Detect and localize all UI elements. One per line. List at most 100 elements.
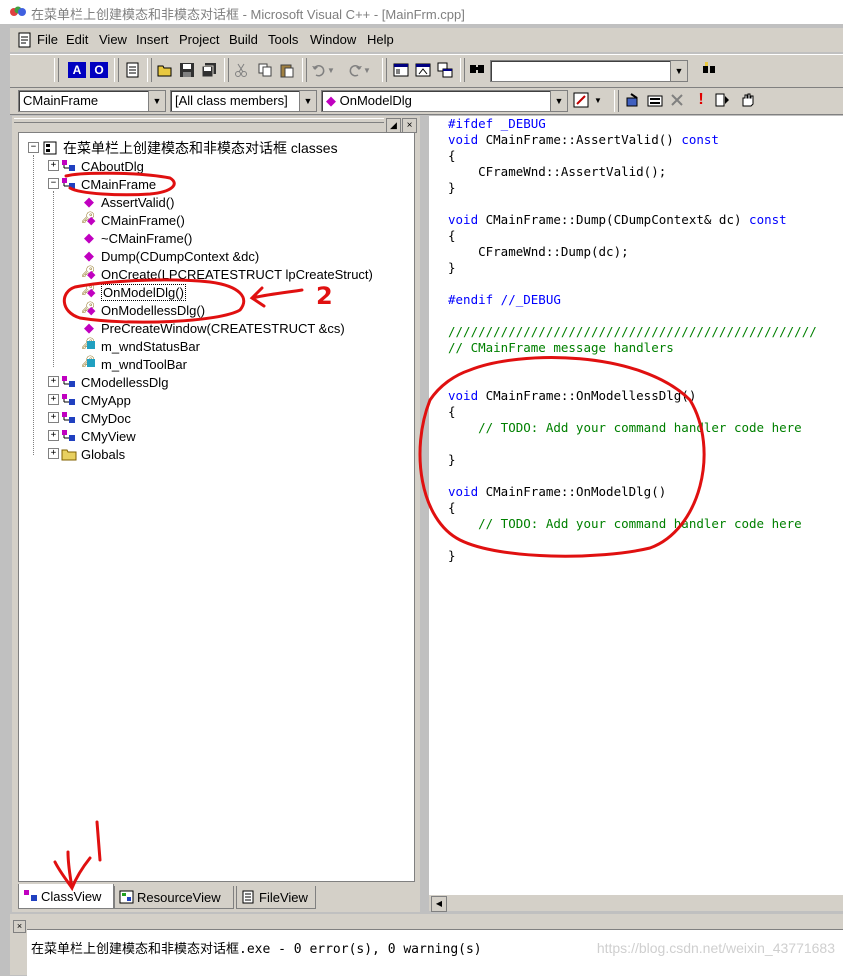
menu-window[interactable]: Window (310, 32, 356, 47)
code-text: CMainFrame::Dump(CDumpContext& dc) (478, 212, 750, 227)
code-line: // TODO: Add your command handler code h… (448, 516, 802, 532)
build-icon[interactable] (644, 89, 666, 111)
toolbar-grip[interactable] (54, 58, 59, 82)
menu-tools[interactable]: Tools (268, 32, 298, 47)
stop-build-icon[interactable] (666, 89, 688, 111)
find-in-files-icon[interactable] (466, 59, 488, 81)
find-combo-arrow-icon[interactable]: ▼ (670, 61, 687, 81)
compile-icon[interactable] (622, 89, 644, 111)
filter-combo[interactable]: [All class members] ▼ (170, 90, 317, 112)
workspace-gripper[interactable] (14, 118, 384, 123)
execute-icon[interactable]: ! (690, 89, 712, 111)
expand-icon[interactable]: + (48, 430, 59, 441)
collapse-icon[interactable]: − (48, 178, 59, 189)
wizardbar-actions-dropdown-icon[interactable]: ▼ (592, 89, 604, 111)
paste-icon[interactable] (276, 59, 298, 81)
tree-member[interactable]: 🔑︎ ◆ OnModellessDlg() (81, 301, 205, 319)
close-icon[interactable]: × (402, 118, 417, 133)
member-label: AssertValid() (101, 194, 175, 210)
filter-combo-arrow-icon[interactable]: ▼ (299, 91, 316, 111)
save-icon[interactable] (176, 59, 198, 81)
menu-view[interactable]: View (99, 32, 127, 47)
class-combo[interactable]: CMainFrame ▼ (18, 90, 166, 112)
tree-class-caboutdlg[interactable]: CAboutDlg (61, 157, 144, 175)
font-a-button[interactable]: A (66, 59, 88, 81)
editor-horizontal-scrollbar[interactable]: ◀ (429, 894, 843, 912)
class-combo-arrow-icon[interactable]: ▼ (148, 91, 165, 111)
font-o-button[interactable]: O (88, 59, 110, 81)
output-window-icon[interactable] (412, 59, 434, 81)
tree-member[interactable]: 🔑︎ m_wndToolBar (81, 355, 187, 373)
code-editor[interactable]: #ifdef _DEBUG void CMainFrame::AssertVal… (429, 116, 843, 894)
tab-resourceview[interactable]: ResourceView (114, 886, 234, 909)
class-label: CAboutDlg (81, 158, 144, 174)
go-icon[interactable] (712, 89, 734, 111)
copy-icon[interactable] (254, 59, 276, 81)
breakpoint-hand-icon[interactable] (736, 89, 758, 111)
menu-help[interactable]: Help (367, 32, 394, 47)
new-text-file-icon[interactable] (122, 59, 144, 81)
member-combo-arrow-icon[interactable]: ▼ (550, 91, 567, 111)
menu-file[interactable]: File (37, 32, 58, 47)
search-icon[interactable] (698, 59, 720, 81)
tree-member[interactable]: 🔑︎ ◆ OnCreate(LPCREATESTRUCT lpCreateStru… (81, 265, 373, 283)
member-combo[interactable]: ◆ OnModelDlg ▼ (321, 90, 568, 112)
menu-edit[interactable]: Edit (66, 32, 88, 47)
member-label: ~CMainFrame() (101, 230, 193, 246)
cut-icon[interactable] (230, 59, 252, 81)
undo-dropdown-icon[interactable]: ▼ (326, 59, 336, 81)
window-title: 在菜单栏上创建模态和非模态对话框 - Microsoft Visual C++ … (31, 7, 465, 22)
tree-class-cmydoc[interactable]: CMyDoc (61, 409, 131, 427)
code-line: } (448, 180, 456, 196)
expand-icon[interactable]: + (48, 160, 59, 171)
tree-class-cmyview[interactable]: CMyView (61, 427, 136, 445)
tree-class-cmyapp[interactable]: CMyApp (61, 391, 131, 409)
expand-icon[interactable]: + (48, 376, 59, 387)
root-collapse-icon[interactable]: − (28, 142, 39, 153)
tree-member[interactable]: ◆ PreCreateWindow(CREATESTRUCT &cs) (81, 319, 345, 337)
tree-member[interactable]: ◆ ~CMainFrame() (81, 229, 192, 247)
code-line: { (448, 404, 456, 420)
tree-member[interactable]: ◆ Dump(CDumpContext &dc) (81, 247, 259, 265)
workspace-icon[interactable] (390, 59, 412, 81)
open-folder-icon[interactable] (154, 59, 176, 81)
save-all-icon[interactable] (198, 59, 220, 81)
code-line: void CMainFrame::OnModellessDlg() (448, 388, 696, 404)
tree-globals[interactable]: Globals (61, 445, 125, 463)
class-label: CModellessDlg (81, 374, 169, 390)
expand-icon[interactable]: + (48, 448, 59, 459)
redo-dropdown-icon[interactable]: ▼ (362, 59, 372, 81)
tree-class-cmainframe[interactable]: CMainFrame (61, 175, 156, 193)
restore-icon[interactable]: ◢ (386, 118, 401, 133)
code-text: CMainFrame::AssertValid() (478, 132, 682, 147)
public-key-method-icon: 🔑︎ ◆ (81, 212, 96, 227)
menu-insert[interactable]: Insert (136, 32, 169, 47)
wizardbar-actions-icon[interactable] (570, 89, 592, 111)
class-icon (62, 394, 75, 405)
tree-member-selected[interactable]: 🔑︎ ◆ OnModelDlg() (81, 283, 186, 301)
tree-class-cmodellessdlg[interactable]: CModellessDlg (61, 373, 168, 391)
code-text: } (448, 260, 456, 275)
tab-fileview[interactable]: FileView (236, 886, 316, 909)
method-icon: ◆ (84, 248, 94, 263)
tree-member[interactable]: 🔑︎ m_wndStatusBar (81, 337, 200, 355)
expand-icon[interactable]: + (48, 412, 59, 423)
scroll-left-icon[interactable]: ◀ (431, 896, 447, 912)
class-view-tree[interactable]: − 在菜单栏上创建模态和非模态对话框 classes + CAboutDlg −… (18, 132, 415, 882)
tree-member[interactable]: ◆ AssertValid() (81, 193, 174, 211)
tree-member[interactable]: 🔑︎ ◆ CMainFrame() (81, 211, 185, 229)
watermark: https://blog.csdn.net/weixin_43771683 (596, 940, 835, 956)
expand-icon[interactable]: + (48, 394, 59, 405)
menu-build[interactable]: Build (229, 32, 258, 47)
menu-project[interactable]: Project (179, 32, 219, 47)
find-combo[interactable]: ▼ (490, 60, 688, 82)
output-window[interactable]: 在菜单栏上创建模态和非模态对话框.exe - 0 error(s), 0 war… (27, 929, 843, 976)
window-list-icon[interactable] (434, 59, 456, 81)
output-close-icon[interactable]: × (13, 920, 26, 933)
method-icon: ◆ (326, 93, 336, 108)
tree-root[interactable]: 在菜单栏上创建模态和非模态对话框 classes (43, 139, 338, 157)
class-label: CMainFrame (81, 176, 157, 192)
tab-classview[interactable]: ClassView (18, 884, 114, 909)
toolbar-separator (614, 90, 619, 112)
class-icon (62, 178, 75, 189)
